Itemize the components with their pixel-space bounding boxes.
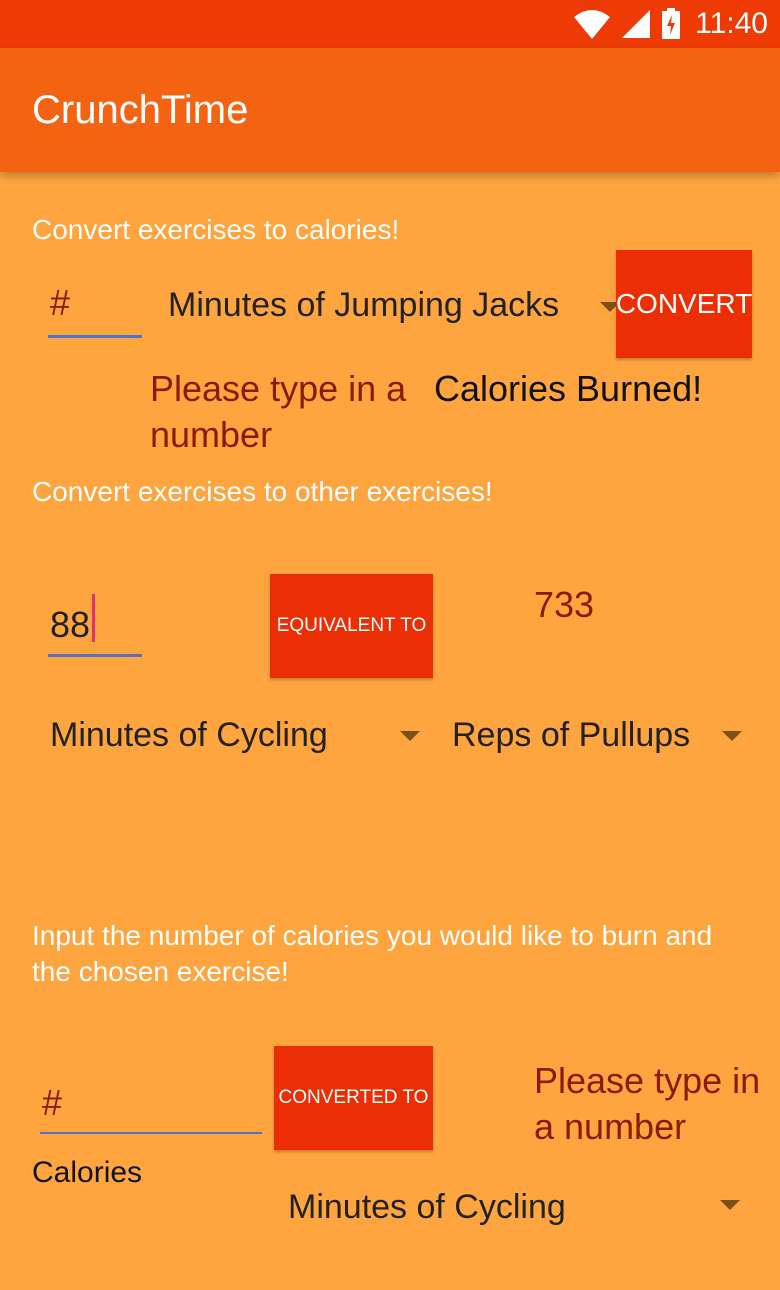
exercise-to-calories-spinner[interactable]: Minutes of Jumping Jacks bbox=[168, 282, 620, 332]
input-underline bbox=[48, 654, 142, 657]
section1-error-text: Please type in a number bbox=[150, 368, 407, 455]
dropdown-caret-icon bbox=[722, 731, 742, 741]
battery-charging-icon bbox=[662, 8, 681, 39]
section2-heading: Convert exercises to other exercises! bbox=[32, 476, 493, 507]
section3-heading: Input the number of calories you would l… bbox=[32, 920, 713, 987]
section3-error-text: Please type in a number bbox=[534, 1060, 761, 1147]
input-underline bbox=[48, 335, 142, 338]
spinner-selected: Reps of Pullups bbox=[452, 716, 691, 754]
to-exercise-spinner[interactable]: Reps of Pullups bbox=[452, 712, 752, 762]
exercise-result-value: 733 bbox=[534, 584, 595, 625]
converted-to-button[interactable]: CONVERTED TO bbox=[274, 1046, 433, 1150]
app-title: CrunchTime bbox=[32, 88, 249, 132]
from-exercise-spinner[interactable]: Minutes of Cycling bbox=[50, 712, 420, 762]
app-bar: CrunchTime bbox=[0, 48, 780, 172]
cellular-signal-icon bbox=[622, 10, 651, 38]
exercise-number-input[interactable]: # bbox=[48, 278, 142, 338]
calories-burned-label: Calories Burned! bbox=[434, 368, 703, 409]
text-cursor bbox=[92, 594, 95, 642]
convert-button[interactable]: CONVERT bbox=[616, 250, 752, 358]
status-icons: 11:40 bbox=[573, 4, 768, 44]
dropdown-caret-icon bbox=[400, 731, 420, 741]
exercise-amount-input[interactable]: 88 bbox=[48, 594, 142, 660]
wifi-icon bbox=[574, 10, 611, 39]
calories-label: Calories bbox=[32, 1156, 143, 1189]
status-bar: 11:40 bbox=[0, 0, 780, 48]
calories-input-placeholder: # bbox=[42, 1082, 63, 1123]
dropdown-caret-icon bbox=[720, 1200, 740, 1210]
target-exercise-spinner[interactable]: Minutes of Cycling bbox=[288, 1184, 752, 1234]
input-underline bbox=[40, 1132, 262, 1134]
spinner-selected: Minutes of Cycling bbox=[50, 716, 328, 754]
equivalent-to-button[interactable]: EQUIVALENT TO bbox=[270, 574, 433, 678]
section1-heading: Convert exercises to calories! bbox=[32, 214, 400, 245]
spinner-selected: Minutes of Jumping Jacks bbox=[168, 286, 560, 324]
exercise-amount-value: 88 bbox=[50, 604, 91, 645]
status-time: 11:40 bbox=[695, 7, 768, 40]
exercise-number-placeholder: # bbox=[50, 282, 71, 323]
spinner-selected: Minutes of Cycling bbox=[288, 1188, 566, 1226]
calories-input[interactable]: # bbox=[40, 1078, 262, 1136]
